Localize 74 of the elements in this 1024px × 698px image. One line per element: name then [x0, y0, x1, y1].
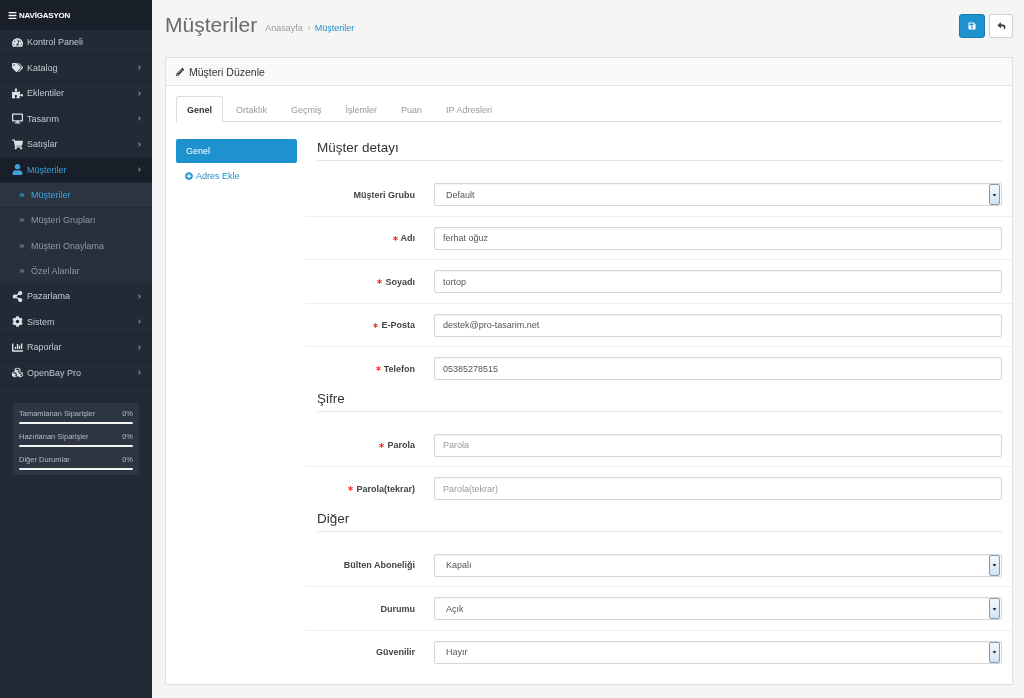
field-label: E-Posta: [381, 320, 415, 330]
gear-icon: [12, 316, 23, 328]
nav-item[interactable]: Müşteriler: [0, 157, 152, 183]
chevron-icon: [137, 369, 142, 377]
field-label: Durumu: [380, 603, 415, 614]
menu-icon[interactable]: [8, 10, 17, 20]
chevron-icon: [137, 89, 142, 97]
field-label: Soyadı: [385, 276, 415, 287]
text-field[interactable]: 05385278515: [434, 357, 1002, 380]
double-chevron-icon: [19, 192, 25, 199]
password-field[interactable]: Parola(tekrar): [434, 477, 1002, 500]
nav-subitem[interactable]: Müşteriler: [0, 183, 152, 209]
address-tab[interactable]: Genel: [176, 139, 297, 163]
caret-icon: [989, 641, 1000, 663]
field-label: Telefon: [383, 363, 415, 374]
chevron-icon: [137, 64, 142, 72]
field-label: Parola: [387, 440, 415, 450]
puzzle-icon: [12, 87, 23, 99]
section-title: Şifre: [317, 389, 1002, 412]
section-title: Diğer: [317, 509, 1002, 532]
nav-subitem[interactable]: Müşteri Onaylama: [0, 233, 152, 259]
tab[interactable]: Genel: [176, 96, 223, 123]
add-address-link[interactable]: Adres Ekle: [185, 171, 240, 181]
cart-icon: [12, 138, 23, 150]
select-field[interactable]: Açık: [434, 597, 1002, 620]
field-label: Müşteri Grubu: [353, 189, 415, 200]
caret-icon: [989, 184, 1000, 205]
page-title: Müşteriler: [165, 13, 258, 37]
share-icon: [12, 290, 23, 302]
pencil-icon: [176, 67, 184, 76]
back-button[interactable]: [989, 13, 1013, 38]
text-field[interactable]: tortop: [434, 270, 1002, 293]
field-label: Adı: [400, 233, 415, 243]
asterisk-icon: [379, 442, 385, 448]
curved-arrow-icon: [996, 21, 1006, 30]
chevron-icon: [137, 292, 142, 300]
chevron-icon: [306, 25, 311, 31]
user-icon: [12, 164, 23, 176]
cubes-icon: [12, 367, 23, 379]
nav-title: NAVİGASYON: [19, 10, 71, 20]
tag-icon: [12, 62, 23, 74]
field-label: Güvenilir: [376, 647, 415, 657]
chevron-icon: [137, 140, 142, 148]
caret-icon: [989, 598, 1000, 619]
chevron-icon: [137, 343, 142, 351]
field-label: Parola(tekrar): [356, 483, 415, 494]
double-chevron-icon: [19, 242, 25, 249]
asterisk-icon: [377, 279, 383, 284]
bar-chart-icon: [12, 341, 23, 353]
field-label: Bülten Aboneliği: [343, 560, 415, 570]
nav-subitem[interactable]: Müşteri Grupları: [0, 208, 152, 234]
panel-title: Müşteri Düzenle: [189, 65, 265, 78]
monitor-icon: [12, 113, 23, 125]
asterisk-icon: [392, 235, 398, 241]
caret-icon: [989, 554, 1000, 576]
save-button[interactable]: [959, 13, 985, 38]
chevron-icon: [137, 318, 142, 326]
save-icon: [968, 21, 976, 30]
double-chevron-icon: [19, 217, 25, 224]
text-field[interactable]: destek@pro-tasarim.net: [434, 313, 1002, 337]
gauge-icon: [12, 36, 23, 48]
password-field[interactable]: Parola: [434, 433, 1002, 457]
asterisk-icon: [375, 366, 381, 371]
select-field[interactable]: Default: [434, 183, 1002, 206]
asterisk-icon: [348, 486, 354, 491]
select-field[interactable]: Kapalı: [434, 553, 1002, 577]
chevron-icon: [137, 115, 142, 123]
double-chevron-icon: [19, 268, 25, 275]
nav-subitem[interactable]: Özel Alanlar: [0, 258, 152, 285]
asterisk-icon: [373, 322, 379, 328]
select-field[interactable]: Hayır: [434, 640, 1002, 664]
chevron-icon: [137, 166, 142, 174]
text-field[interactable]: ferhat oğuz: [434, 226, 1002, 250]
section-title: Müşter detayı: [317, 139, 1002, 161]
